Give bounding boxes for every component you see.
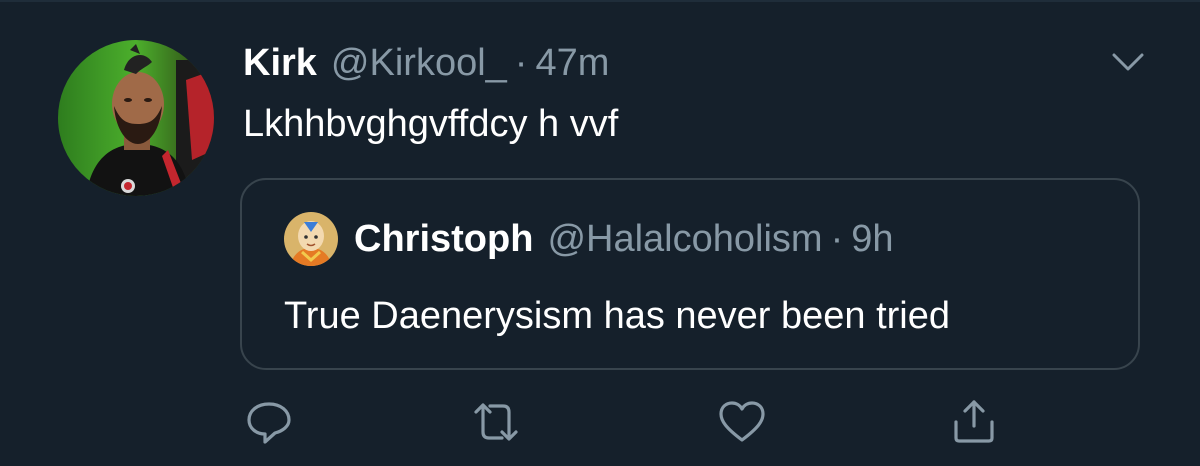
quoted-tweet-text: True Daenerysism has never been tried <box>284 295 951 337</box>
tweet-timestamp[interactable]: 47m <box>535 38 609 88</box>
chevron-down-icon[interactable] <box>1108 44 1148 80</box>
quoted-author-avatar <box>284 212 338 266</box>
tweet-header: Kirk @Kirkool_ · 47m <box>243 38 609 88</box>
quoted-tweet-header: Christoph @Halalcoholism · 9h <box>354 214 894 264</box>
author-avatar[interactable] <box>58 40 214 196</box>
tweet-actions-bar <box>0 396 1200 452</box>
tweet[interactable]: Kirk @Kirkool_ · 47m Lkhhbvghgvffdcy h v… <box>0 0 1200 466</box>
author-display-name[interactable]: Kirk <box>243 38 317 88</box>
quoted-author-handle: @Halalcoholism <box>547 218 823 260</box>
reply-icon[interactable] <box>243 396 295 448</box>
separator-dot: · <box>830 218 844 260</box>
heart-icon[interactable] <box>716 396 768 448</box>
share-icon[interactable] <box>948 396 1000 448</box>
retweet-icon[interactable] <box>470 396 522 448</box>
author-handle[interactable]: @Kirkool_ <box>331 38 507 88</box>
quoted-author-display-name: Christoph <box>354 218 534 260</box>
tweet-text: Lkhhbvghgvffdcy h vvf <box>243 103 619 145</box>
quoted-tweet-card[interactable]: Christoph @Halalcoholism · 9h True Daene… <box>240 178 1140 370</box>
separator-dot: · <box>514 42 528 84</box>
quoted-tweet-timestamp: 9h <box>851 218 894 260</box>
